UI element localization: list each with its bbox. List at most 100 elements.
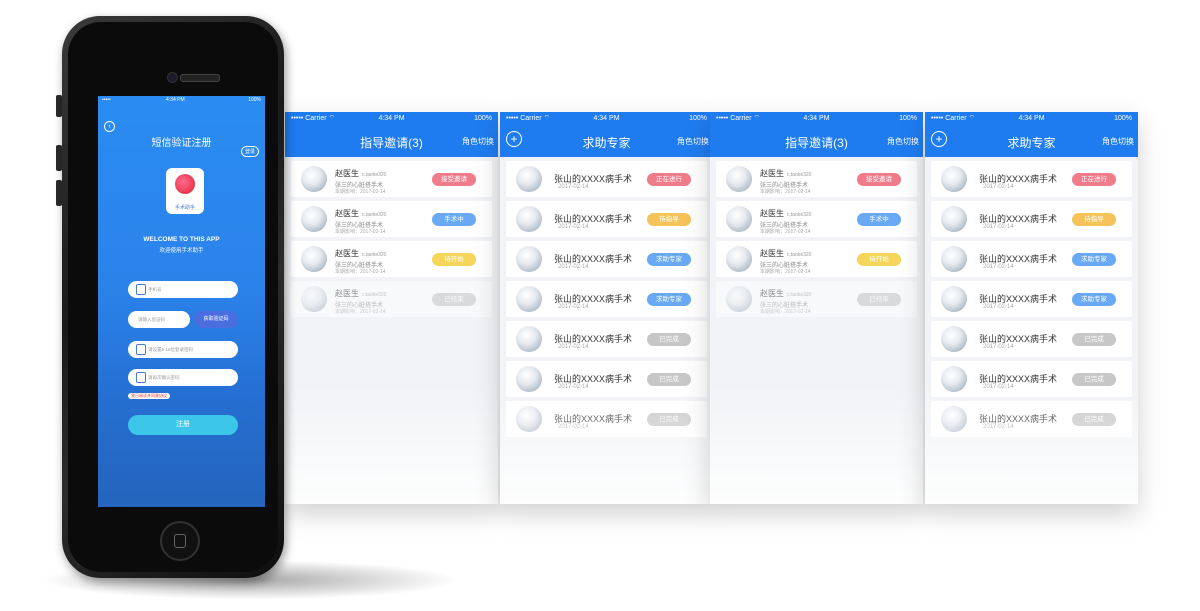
invitation-row[interactable]: 赵医生 c.taoke320 张三的心脏搭手术 本期影响：2017-02-14 待开始 xyxy=(716,241,917,277)
home-square-icon xyxy=(174,534,186,548)
surgery-date: 2017-02-14 xyxy=(983,264,1014,270)
surgery-date: 本期影响：2017-02-14 xyxy=(760,189,811,195)
invitation-row[interactable]: 赵医生 c.taoke320 张三的心脏搭手术 本期影响：2017-02-14 已结束 xyxy=(716,281,917,317)
surgery-date: 本期影响：2017-02-14 xyxy=(760,309,811,315)
doctor-name: 赵医生 c.taoke320 xyxy=(335,169,387,178)
status-badge[interactable]: 求助专家 xyxy=(647,293,691,306)
status-badge[interactable]: 正在进行 xyxy=(1072,173,1116,186)
status-badge[interactable]: 求助专家 xyxy=(1072,293,1116,306)
nav-bar: + 求助专家 角色切换 xyxy=(500,125,713,157)
surgery-date: 2017-02-14 xyxy=(983,184,1014,190)
status-bar: ••••• Carrier ⌔ 4:34 PM 100% xyxy=(285,112,498,125)
surgery-date: 2017-02-14 xyxy=(558,264,589,270)
phone-placeholder: 手机号 xyxy=(148,287,162,292)
surgery-date: 本期影响：2017-02-14 xyxy=(760,229,811,235)
phone-number-field[interactable]: 手机号 xyxy=(128,281,238,298)
status-badge[interactable]: 待指导 xyxy=(647,213,691,226)
surgery-date: 2017-02-14 xyxy=(558,304,589,310)
status-badge[interactable]: 待开始 xyxy=(432,253,476,266)
surgery-date: 2017-02-14 xyxy=(558,344,589,350)
doctor-avatar xyxy=(301,206,327,232)
confirm-password-field[interactable]: 请再次确认密码 xyxy=(128,369,238,386)
invitation-row[interactable]: 赵医生 c.taoke320 张三的心脏搭手术 本期影响：2017-02-14 待开始 xyxy=(291,241,492,277)
doctor-avatar xyxy=(726,286,752,312)
role-switch-button[interactable]: 角色切换 xyxy=(677,136,709,147)
help-request-row[interactable]: 张山的XXXX病手术 2017-02-14 正在进行 xyxy=(931,161,1132,197)
code-placeholder: 请输入验证码 xyxy=(138,317,165,322)
fade-overlay xyxy=(925,384,1138,504)
verification-code-field[interactable]: 请输入验证码 xyxy=(128,311,190,328)
doctor-avatar xyxy=(941,206,967,232)
doctor-name: 赵医生 c.taoke320 xyxy=(760,169,812,178)
doctor-avatar xyxy=(516,326,542,352)
help-request-row[interactable]: 张山的XXXX病手术 2017-02-14 求助专家 xyxy=(931,241,1132,277)
status-badge[interactable]: 待开始 xyxy=(857,253,901,266)
help-request-row[interactable]: 张山的XXXX病手术2017-02-14已完成 xyxy=(506,321,707,357)
status-badge[interactable]: 已结束 xyxy=(857,293,901,306)
help-request-row[interactable]: 张山的XXXX病手术 2017-02-14 求助专家 xyxy=(506,241,707,277)
status-badge[interactable]: 求助专家 xyxy=(1072,253,1116,266)
battery-label: 100% xyxy=(689,115,707,122)
invitation-list-screen: ••••• Carrier ⌔ 4:34 PM 100% 指导邀请(3) 角色切… xyxy=(285,112,498,504)
status-badge[interactable]: 接受邀请 xyxy=(857,173,901,186)
doctor-name: 赵医生 c.taoke320 xyxy=(335,289,387,298)
get-code-button[interactable]: 获取验证码 xyxy=(194,311,238,328)
surgery-date: 本期影响：2017-02-14 xyxy=(335,229,386,235)
battery-label: 100% xyxy=(474,115,492,122)
help-list-screen: ••••• Carrier ⌔ 4:34 PM 100% + 求助专家 角色切换… xyxy=(500,112,713,504)
invitation-row[interactable]: 赵医生 c.taoke320 张三的心脏搭手术 本期影响：2017-02-14 接受邀请 xyxy=(291,161,492,197)
help-request-row[interactable]: 张山的XXXX病手术 2017-02-14 待指导 xyxy=(506,201,707,237)
surgery-date: 2017-02-14 xyxy=(558,224,589,230)
doctor-avatar xyxy=(941,166,967,192)
invitation-row[interactable]: 赵医生 c.taoke320 张三的心脏搭手术 本期影响：2017-02-14 手术中 xyxy=(291,201,492,237)
status-time: 4:34 PM xyxy=(593,115,620,122)
doctor-avatar xyxy=(301,286,327,312)
status-badge[interactable]: 手术中 xyxy=(857,213,901,226)
fade-overlay xyxy=(500,384,713,504)
surgery-date: 2017-02-14 xyxy=(983,344,1014,350)
status-bar: ••••• 4:34 PM 100% xyxy=(98,96,265,105)
doctor-avatar xyxy=(726,166,752,192)
doctor-avatar xyxy=(516,166,542,192)
status-badge[interactable]: 已完成 xyxy=(1072,333,1116,346)
agreement-checkbox[interactable]: 我已阅读并同意协议 xyxy=(128,393,170,399)
invitation-row[interactable]: 赵医生 c.taoke320 张三的心脏搭手术 本期影响：2017-02-14 接受邀请 xyxy=(716,161,917,197)
status-time: 4:34 PM xyxy=(166,97,185,103)
role-switch-button[interactable]: 角色切换 xyxy=(887,136,919,147)
screen-title: 短信验证注册 xyxy=(151,138,212,149)
app-logo: 手术助手 xyxy=(166,168,204,214)
doctor-name: 赵医生 c.taoke320 xyxy=(760,209,812,218)
speaker-grille xyxy=(180,74,220,82)
registration-screen: ••••• 4:34 PM 100% ‹ 短信验证注册 登录 手术助手 WELC… xyxy=(98,96,265,507)
status-badge[interactable]: 待指导 xyxy=(1072,213,1116,226)
login-link-button[interactable]: 登录 xyxy=(240,146,259,157)
status-badge[interactable]: 正在进行 xyxy=(647,173,691,186)
doctor-avatar xyxy=(941,246,967,272)
status-bar: ••••• Carrier ⌔ 4:34 PM 100% xyxy=(500,112,713,125)
status-badge[interactable]: 求助专家 xyxy=(647,253,691,266)
invitation-list-screen-2: ••••• Carrier ⌔ 4:34 PM 100% 指导邀请(3) 角色切… xyxy=(710,112,923,504)
invitation-row[interactable]: 赵医生 c.taoke320 张三的心脏搭手术 本期影响：2017-02-14 已结束 xyxy=(291,281,492,317)
invitation-list: 赵医生 c.taoke320 张三的心脏搭手术 本期影响：2017-02-14 接受邀请… xyxy=(710,157,923,317)
status-badge[interactable]: 已完成 xyxy=(647,333,691,346)
register-button[interactable]: 注册 xyxy=(128,415,238,435)
surgery-date: 2017-02-14 xyxy=(983,224,1014,230)
status-badge[interactable]: 手术中 xyxy=(432,213,476,226)
status-badge[interactable]: 已结束 xyxy=(432,293,476,306)
fade-overlay xyxy=(710,384,923,504)
home-button[interactable] xyxy=(160,521,200,561)
role-switch-button[interactable]: 角色切换 xyxy=(1102,136,1134,147)
help-request-row[interactable]: 张山的XXXX病手术 2017-02-14 正在进行 xyxy=(506,161,707,197)
help-request-row[interactable]: 张山的XXXX病手术 2017-02-14 求助专家 xyxy=(506,281,707,317)
password-field[interactable]: 请设置6-16位登录密码 xyxy=(128,341,238,358)
help-request-row[interactable]: 张山的XXXX病手术 2017-02-14 待指导 xyxy=(931,201,1132,237)
doctor-avatar xyxy=(726,246,752,272)
back-icon[interactable]: ‹ xyxy=(104,121,115,132)
camera-icon xyxy=(167,72,178,83)
status-time: 4:34 PM xyxy=(803,115,830,122)
status-badge[interactable]: 接受邀请 xyxy=(432,173,476,186)
help-request-row[interactable]: 张山的XXXX病手术 2017-02-14 求助专家 xyxy=(931,281,1132,317)
invitation-row[interactable]: 赵医生 c.taoke320 张三的心脏搭手术 本期影响：2017-02-14 手术中 xyxy=(716,201,917,237)
help-request-row[interactable]: 张山的XXXX病手术2017-02-14已完成 xyxy=(931,321,1132,357)
role-switch-button[interactable]: 角色切换 xyxy=(462,136,494,147)
